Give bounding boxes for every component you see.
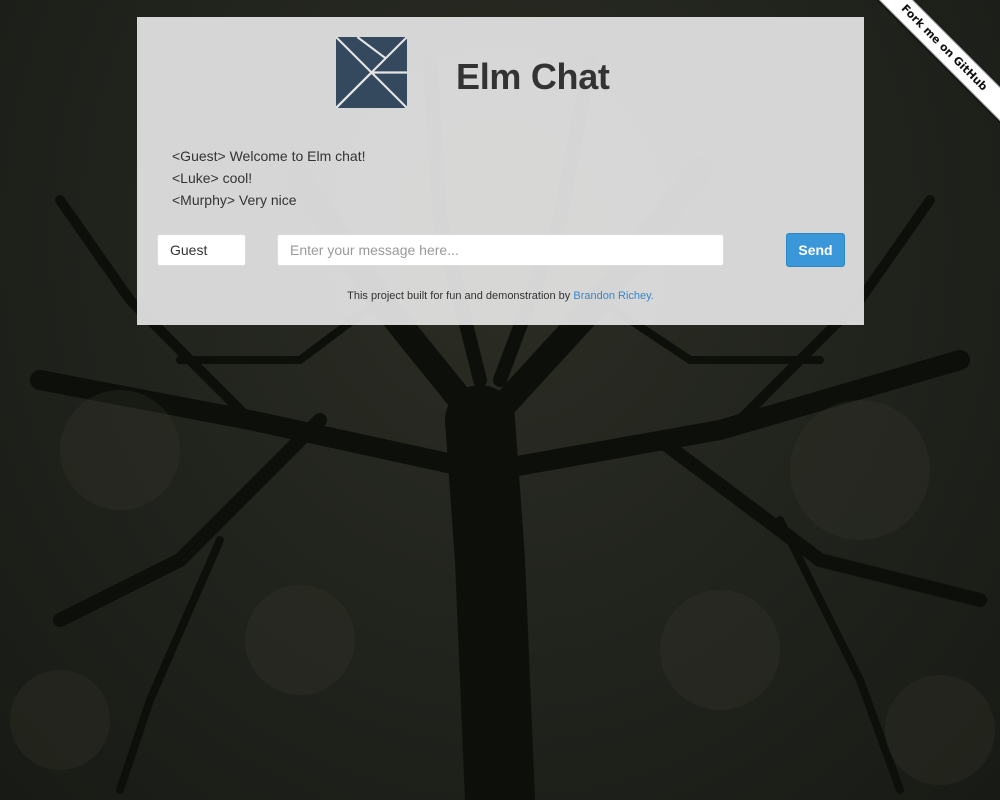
send-button[interactable]: Send <box>786 233 845 267</box>
github-ribbon-container: Fork me on GitHub <box>850 0 1000 150</box>
username-input[interactable] <box>157 234 246 266</box>
author-link[interactable]: Brandon Richey. <box>573 290 654 302</box>
message-list: <Guest> Welcome to Elm chat! <Luke> cool… <box>172 145 366 211</box>
app-title: Elm Chat <box>456 56 610 97</box>
message-item: <Luke> cool! <box>172 170 253 186</box>
tangram-icon <box>336 37 407 108</box>
message-item: <Murphy> Very nice <box>172 192 297 208</box>
fork-on-github-ribbon[interactable]: Fork me on GitHub <box>864 0 1000 128</box>
message-item: <Guest> Welcome to Elm chat! <box>172 148 366 164</box>
footer-credit: This project built for fun and demonstra… <box>137 290 864 302</box>
chat-panel: Elm Chat <Guest> Welcome to Elm chat! <L… <box>137 17 864 325</box>
footer-text: This project built for fun and demonstra… <box>347 290 574 302</box>
message-input[interactable] <box>277 234 724 266</box>
